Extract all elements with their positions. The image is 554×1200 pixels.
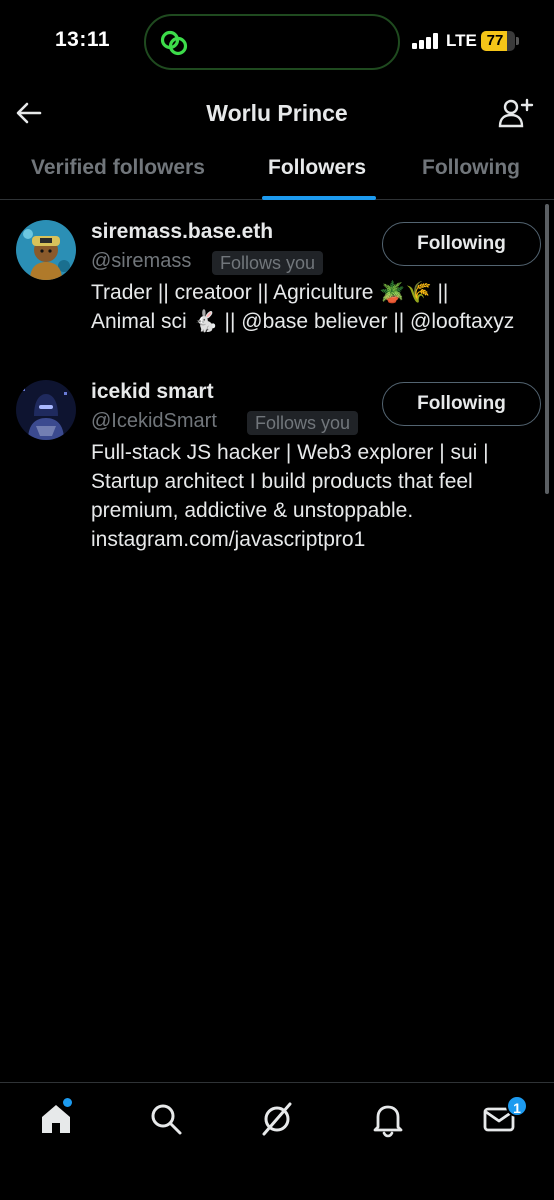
- home-notification-dot: [63, 1098, 72, 1107]
- network-type: LTE: [446, 31, 477, 50]
- status-bar: 13:11 LTE 77: [0, 0, 554, 84]
- notifications-icon[interactable]: [368, 1099, 408, 1139]
- signal-icon: [412, 33, 440, 49]
- follows-you-badge: Follows you: [212, 251, 324, 275]
- tab-following[interactable]: Following: [422, 156, 520, 180]
- bio-line: Trader || creatoor || Agriculture 🪴🌾 ||: [91, 281, 449, 304]
- bio-line: instagram.com/javascriptpro1: [91, 528, 366, 551]
- messages-badge: 1: [506, 1095, 528, 1117]
- tab-bar: Verified followers Followers Following: [0, 146, 554, 200]
- dynamic-island: [144, 14, 400, 70]
- active-tab-indicator: [262, 196, 376, 200]
- page-title: Worlu Prince: [206, 100, 348, 126]
- header: Worlu Prince: [0, 86, 554, 144]
- user-name[interactable]: siremass.base.eth: [91, 220, 273, 244]
- add-user-icon: [498, 98, 534, 128]
- status-time: 13:11: [55, 28, 111, 51]
- avatar[interactable]: [16, 380, 76, 440]
- user-bio: Full-stack JS hacker | Web3 explorer | s…: [91, 438, 543, 554]
- battery-cap: [516, 37, 519, 45]
- tab-followers[interactable]: Followers: [268, 156, 366, 180]
- battery-level: 77: [486, 32, 504, 49]
- user-bio: Trader || creatoor || Agriculture 🪴🌾 || …: [91, 278, 543, 336]
- add-user-button[interactable]: [496, 96, 534, 130]
- bio-line: Startup architect I build products that …: [91, 470, 473, 493]
- user-name[interactable]: icekid smart: [91, 380, 214, 404]
- bottom-nav: 1: [0, 1082, 554, 1200]
- screen: 13:11 LTE 77 Worlu Prince Verified follo…: [0, 0, 554, 1200]
- user-handle: @IcekidSmart: [91, 410, 217, 432]
- following-button[interactable]: Following: [382, 382, 541, 426]
- bio-line: Animal sci 🐇 || @base believer || @looft…: [91, 310, 515, 333]
- avatar[interactable]: [16, 220, 76, 280]
- grok-icon[interactable]: [257, 1099, 297, 1139]
- battery-icon: 77: [481, 31, 515, 51]
- tab-verified-followers[interactable]: Verified followers: [31, 156, 205, 180]
- link-icon: [160, 30, 188, 56]
- scrollbar[interactable]: [545, 204, 549, 494]
- follows-you-badge: Follows you: [247, 411, 359, 435]
- user-handle: @siremass: [91, 250, 192, 272]
- bio-line: premium, addictive & unstoppable.: [91, 499, 414, 522]
- bio-line: Full-stack JS hacker | Web3 explorer | s…: [91, 441, 489, 464]
- search-icon[interactable]: [146, 1099, 186, 1139]
- following-button[interactable]: Following: [382, 222, 541, 266]
